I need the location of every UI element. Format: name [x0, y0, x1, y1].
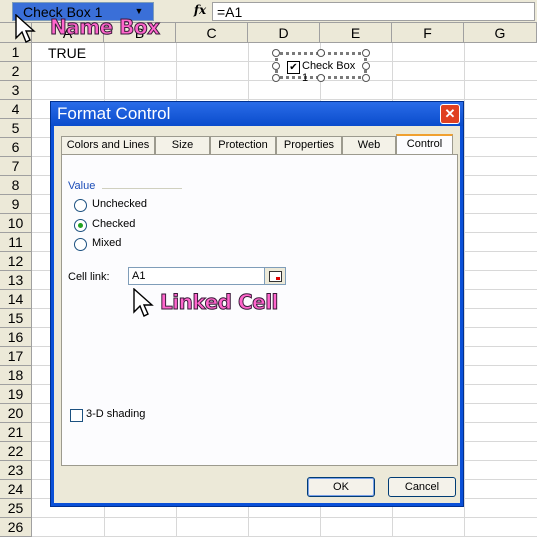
- ok-button[interactable]: OK: [307, 477, 375, 497]
- collapse-dialog-icon[interactable]: [264, 268, 285, 284]
- row-header[interactable]: 6: [0, 138, 32, 157]
- row-header[interactable]: 21: [0, 423, 32, 442]
- mouse-cursor-icon: [133, 288, 154, 317]
- column-header-e[interactable]: E: [320, 23, 392, 43]
- tab-protection[interactable]: Protection: [210, 136, 276, 154]
- resize-handle[interactable]: [317, 49, 325, 57]
- cell-link-value: A1: [132, 270, 146, 282]
- row-header[interactable]: 23: [0, 461, 32, 480]
- checkbox-label: Check Box 1: [302, 60, 356, 84]
- 3d-shading-label[interactable]: 3-D shading: [86, 408, 145, 420]
- radio-mixed[interactable]: [74, 238, 87, 251]
- row-header[interactable]: 3: [0, 81, 32, 100]
- column-header-g[interactable]: G: [464, 23, 537, 43]
- resize-handle[interactable]: [272, 62, 280, 70]
- 3d-shading-checkbox[interactable]: [70, 409, 83, 422]
- grid-line: [32, 80, 537, 81]
- grid-line: [32, 517, 537, 518]
- column-header-c[interactable]: C: [176, 23, 248, 43]
- row-header[interactable]: 16: [0, 328, 32, 347]
- row-header[interactable]: 5: [0, 119, 32, 138]
- checkbox-control[interactable]: ✔ Check Box 1: [272, 49, 370, 84]
- column-header-f[interactable]: F: [392, 23, 464, 43]
- row-header[interactable]: 2: [0, 62, 32, 81]
- mouse-cursor-icon: [15, 14, 36, 43]
- cell-link-label: Cell link:: [68, 271, 110, 283]
- insert-function-icon[interactable]: fx: [188, 2, 212, 19]
- close-icon[interactable]: ✕: [440, 104, 460, 124]
- row-header[interactable]: 7: [0, 157, 32, 176]
- formula-input[interactable]: =A1: [212, 2, 535, 21]
- grid-line: [32, 99, 537, 100]
- cell-a1-value[interactable]: TRUE: [48, 45, 86, 61]
- row-header[interactable]: 19: [0, 385, 32, 404]
- dialog-titlebar[interactable]: Format Control ✕: [51, 102, 463, 126]
- radio-checked[interactable]: [74, 219, 87, 232]
- value-group-title: Value: [68, 180, 96, 192]
- row-header[interactable]: 11: [0, 233, 32, 252]
- resize-handle[interactable]: [272, 74, 280, 82]
- dialog-body: Colors and Lines Size Protection Propert…: [54, 126, 460, 503]
- row-header[interactable]: 15: [0, 309, 32, 328]
- tab-properties[interactable]: Properties: [276, 136, 342, 154]
- row-header[interactable]: 18: [0, 366, 32, 385]
- tab-size[interactable]: Size: [155, 136, 210, 154]
- dialog-title: Format Control: [57, 104, 171, 123]
- cell-link-input[interactable]: A1: [128, 267, 286, 285]
- tab-colors-and-lines[interactable]: Colors and Lines: [61, 136, 155, 154]
- row-header[interactable]: 25: [0, 499, 32, 518]
- row-header[interactable]: 20: [0, 404, 32, 423]
- row-header[interactable]: 4: [0, 100, 32, 119]
- resize-handle[interactable]: [272, 49, 280, 57]
- radio-checked-label[interactable]: Checked: [92, 218, 135, 230]
- row-header[interactable]: 9: [0, 195, 32, 214]
- row-header[interactable]: 24: [0, 480, 32, 499]
- row-header[interactable]: 22: [0, 442, 32, 461]
- checkmark-icon[interactable]: ✔: [287, 61, 300, 74]
- tab-control[interactable]: Control: [396, 134, 453, 155]
- row-header[interactable]: 26: [0, 518, 32, 537]
- resize-handle[interactable]: [362, 49, 370, 57]
- row-header[interactable]: 1: [0, 43, 32, 62]
- linked-cell-annotation: Linked Cell: [160, 290, 279, 315]
- row-header[interactable]: 12: [0, 252, 32, 271]
- column-header-d[interactable]: D: [248, 23, 320, 43]
- tab-web[interactable]: Web: [342, 136, 396, 154]
- cancel-button[interactable]: Cancel: [388, 477, 456, 497]
- row-header[interactable]: 14: [0, 290, 32, 309]
- name-box-annotation: Name Box: [50, 15, 161, 40]
- row-header[interactable]: 17: [0, 347, 32, 366]
- radio-unchecked-label[interactable]: Unchecked: [92, 198, 147, 210]
- row-header[interactable]: 13: [0, 271, 32, 290]
- group-divider: [102, 188, 182, 189]
- radio-unchecked[interactable]: [74, 199, 87, 212]
- row-header[interactable]: 10: [0, 214, 32, 233]
- formula-text: =A1: [217, 4, 243, 20]
- radio-mixed-label[interactable]: Mixed: [92, 237, 121, 249]
- row-header[interactable]: 8: [0, 176, 32, 195]
